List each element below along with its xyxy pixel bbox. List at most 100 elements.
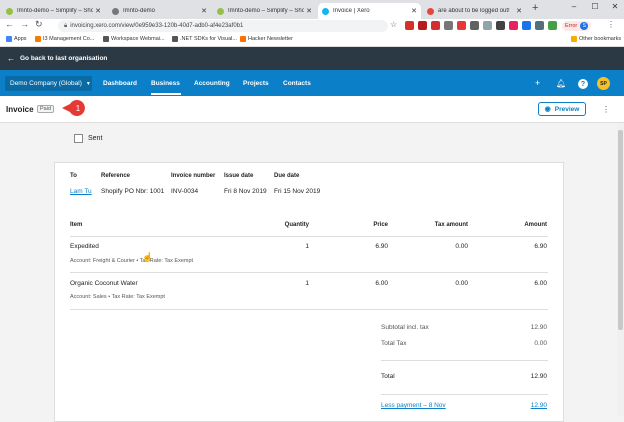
divider <box>70 236 548 237</box>
line-item-detail: Account: Sales • Tax Rate: Tax Exempt <box>70 294 165 300</box>
user-avatar[interactable]: SP <box>597 77 610 90</box>
extension-icon[interactable] <box>405 21 414 30</box>
page-icon <box>103 36 109 42</box>
close-icon[interactable]: ✕ <box>201 7 207 15</box>
profile-error-chip[interactable]: Error S <box>562 21 592 31</box>
bookmark-item[interactable]: Workspace Webmai... <box>103 36 165 42</box>
total-label: Total <box>381 373 395 380</box>
bookmark-item[interactable]: .NET SDKs for Visual... <box>172 36 237 42</box>
extension-icon[interactable] <box>496 21 505 30</box>
scrollbar-thumb[interactable] <box>618 130 623 330</box>
nav-active-indicator <box>151 93 181 95</box>
line-item-qty: 1 <box>305 280 309 287</box>
bookmark-label: Apps <box>14 36 27 42</box>
bookmark-label: Other bookmarks <box>579 36 622 42</box>
payment-amount-link[interactable]: 12.90 <box>497 402 547 409</box>
nav-projects[interactable]: Projects <box>243 80 269 87</box>
tab-label: Imnto-demo – Simplify – Shopify <box>228 8 305 14</box>
extension-icon[interactable] <box>431 21 440 30</box>
help-icon[interactable]: ? <box>578 79 588 89</box>
invoice-number-header: Invoice number <box>171 173 216 179</box>
globe-icon <box>112 7 119 15</box>
line-item-amount: 6.90 <box>534 243 547 250</box>
browser-tab[interactable]: Imnto-demo – Simplify – Shopify ✕ <box>213 3 316 19</box>
browser-tab[interactable]: are about to be logged out! ✕ <box>423 3 526 19</box>
error-label: Error <box>565 23 578 29</box>
extension-icon[interactable] <box>483 21 492 30</box>
close-window-icon[interactable]: ✕ <box>608 2 622 11</box>
browser-tab-active[interactable]: Invoice | Xero ✕ <box>318 3 421 19</box>
bookmark-apps[interactable]: Apps <box>6 36 27 42</box>
back-to-org-bar[interactable]: ← Go back to last organisation <box>0 47 624 70</box>
total-tax-label: Total Tax <box>381 340 407 347</box>
status-badge: Paid <box>37 105 55 113</box>
nav-accounting[interactable]: Accounting <box>194 80 230 87</box>
sent-checkbox[interactable] <box>74 134 83 143</box>
divider <box>381 394 548 395</box>
line-item-tax: 0.00 <box>455 280 468 287</box>
line-item-qty: 1 <box>305 243 309 250</box>
nav-business[interactable]: Business <box>151 80 180 87</box>
close-icon[interactable]: ✕ <box>411 7 417 15</box>
folder-icon <box>571 36 577 42</box>
browser-tab[interactable]: Imnto-demo – Simplify – Shopify ✕ <box>2 3 105 19</box>
extension-icon[interactable] <box>470 21 479 30</box>
xero-icon <box>322 7 329 15</box>
reload-icon[interactable]: ↻ <box>35 19 43 30</box>
tab-label: Imnto-demo – Simplify – Shopify <box>17 8 94 14</box>
extension-icon[interactable] <box>548 21 557 30</box>
due-date-value: Fri 15 Nov 2019 <box>274 188 321 195</box>
preview-button[interactable]: ◉ Preview <box>538 102 586 116</box>
minimize-icon[interactable]: – <box>567 2 581 11</box>
extension-icon[interactable] <box>444 21 453 30</box>
issue-date-value: Fri 8 Nov 2019 <box>224 188 267 195</box>
subtotal-label: Subtotal incl. tax <box>381 324 429 331</box>
payment-link[interactable]: Less payment – 8 Nov <box>381 402 446 409</box>
org-switcher[interactable]: Demo Company (Global) ▼ <box>5 76 92 91</box>
bell-icon[interactable]: 🔔︎ <box>556 79 566 88</box>
new-tab-button[interactable]: + <box>532 2 538 14</box>
star-icon[interactable]: ☆ <box>390 20 397 29</box>
bookmark-item[interactable]: Hacker Newsletter <box>240 36 293 42</box>
site-icon <box>35 36 41 42</box>
mouse-cursor-icon: ☝ <box>142 252 154 262</box>
chevron-down-icon: ▼ <box>85 80 91 87</box>
extension-icon[interactable] <box>535 21 544 30</box>
kebab-menu-icon[interactable]: ⋮ <box>607 20 615 29</box>
close-icon[interactable]: ✕ <box>306 7 312 15</box>
back-arrow-icon[interactable]: ← <box>5 19 14 29</box>
maximize-icon[interactable]: ☐ <box>588 2 602 11</box>
invoice-number-value: INV-0034 <box>171 188 199 195</box>
contact-link[interactable]: Lam Tu <box>70 188 92 195</box>
line-item-price: 6.00 <box>375 280 388 287</box>
address-bar[interactable]: 🔒︎ invoicing.xero.com/view/0e959e33-120b… <box>58 20 388 32</box>
other-bookmarks[interactable]: Other bookmarks <box>571 36 621 42</box>
divider <box>381 360 548 361</box>
tab-label: Imnto-demo <box>123 8 156 14</box>
line-item-tax: 0.00 <box>455 243 468 250</box>
hacker-news-icon <box>240 36 246 42</box>
nav-contacts[interactable]: Contacts <box>283 80 311 87</box>
issue-date-header: Issue date <box>224 173 254 179</box>
extension-icon[interactable] <box>509 21 518 30</box>
invoice-card <box>54 162 564 422</box>
extension-icon[interactable] <box>457 21 466 30</box>
tab-label: Invoice | Xero <box>333 8 370 14</box>
extension-icon[interactable] <box>522 21 531 30</box>
close-icon[interactable]: ✕ <box>95 7 101 15</box>
tab-label: are about to be logged out! <box>438 8 510 14</box>
line-item-detail: Account: Freight & Courier • Tax Rate: T… <box>70 258 194 264</box>
bookmark-label: .NET SDKs for Visual... <box>180 36 237 42</box>
forward-arrow-icon[interactable]: → <box>20 19 29 29</box>
divider <box>70 272 548 273</box>
bookmark-item[interactable]: I3 Management Co... <box>35 36 94 42</box>
browser-tab[interactable]: Imnto-demo ✕ <box>108 3 211 19</box>
line-item-name: Expedited <box>70 243 99 250</box>
close-icon[interactable]: ✕ <box>516 7 522 15</box>
back-arrow-icon: ← <box>7 54 15 63</box>
extension-icon[interactable] <box>418 21 427 30</box>
nav-dashboard[interactable]: Dashboard <box>103 80 137 87</box>
add-icon[interactable]: + <box>535 78 540 88</box>
more-options-icon[interactable]: ⋮ <box>602 105 610 114</box>
eye-icon: ◉ <box>544 106 551 113</box>
